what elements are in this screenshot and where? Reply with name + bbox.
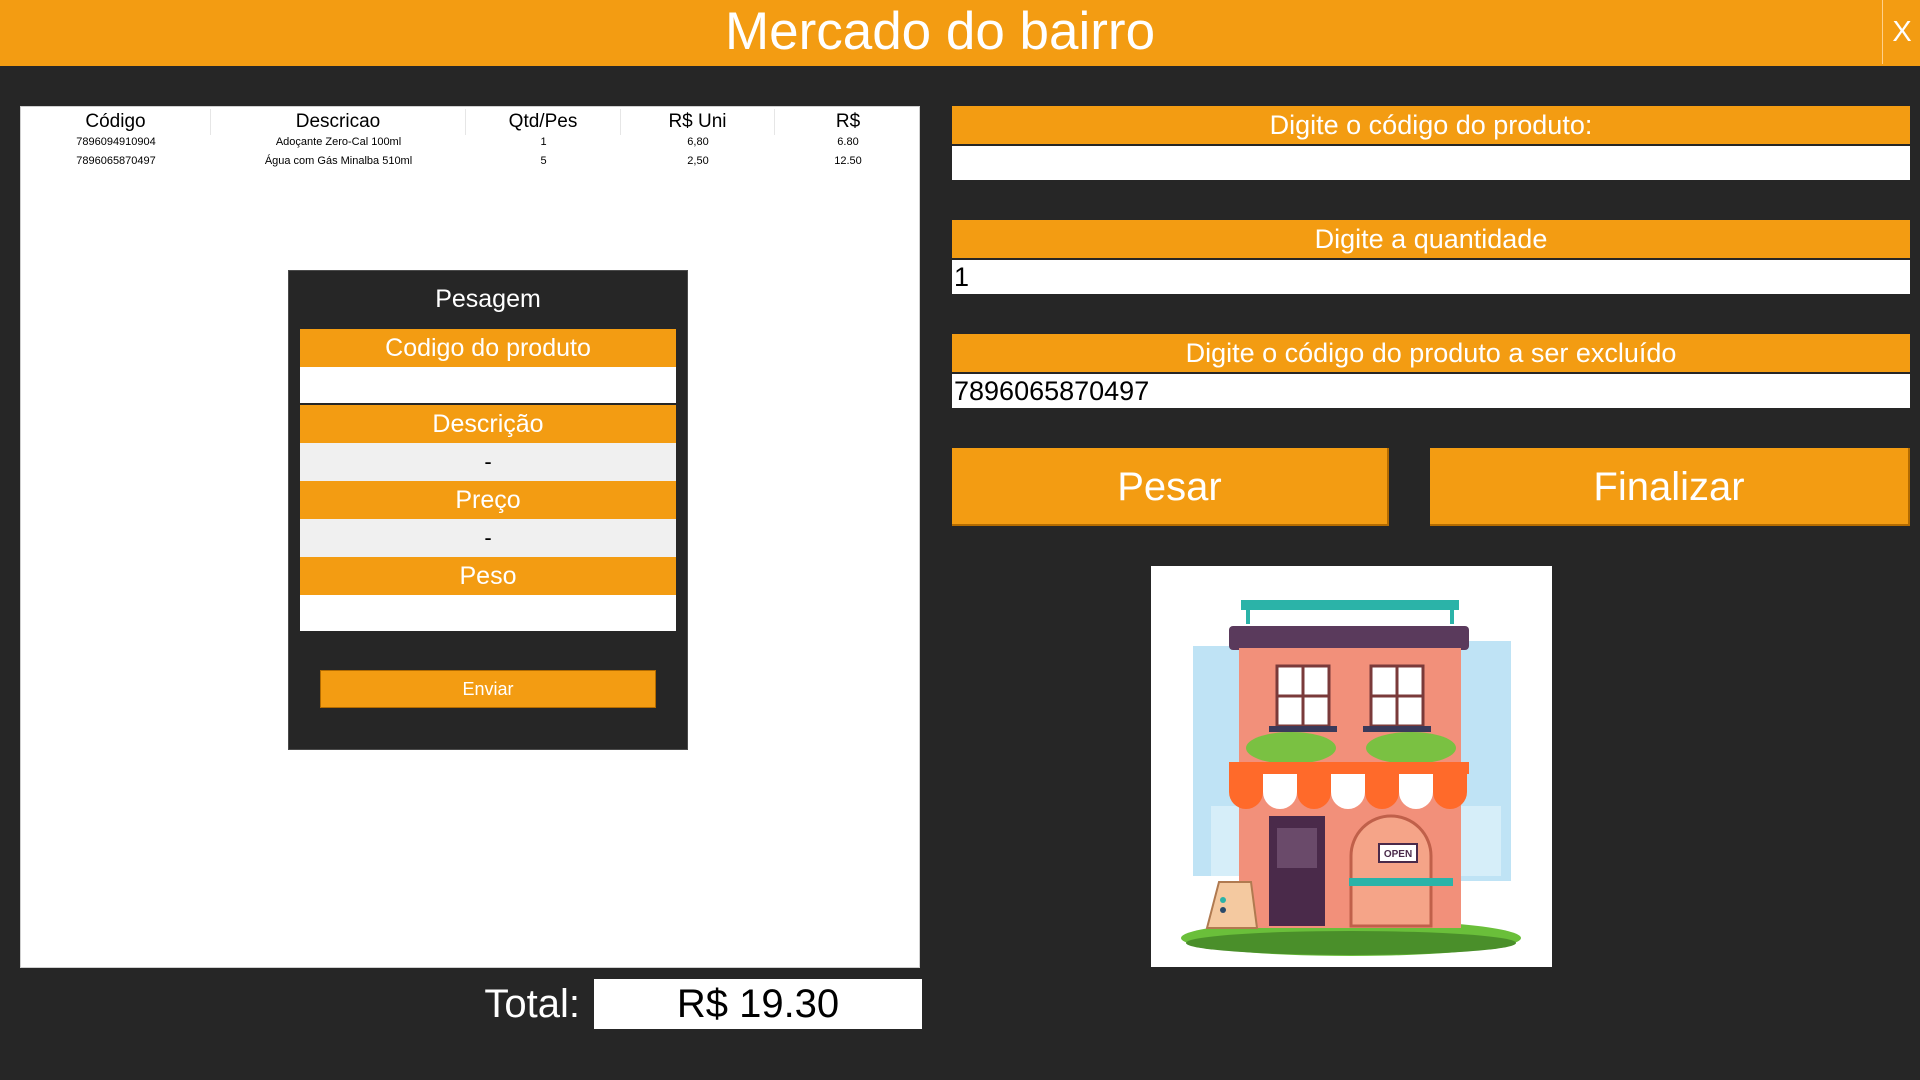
store-building-icon: OPEN [1181,600,1521,956]
column-header-descricao: Descricao [211,109,466,135]
preco-value: - [300,519,676,557]
store-illustration: OPEN [1151,566,1552,967]
descricao-value: - [300,443,676,481]
cell-preco-uni: 6,80 [687,136,709,148]
pesagem-dialog: Pesagem Codigo do produto Descrição - Pr… [288,270,688,750]
cell-codigo: 7896094910904 [76,136,156,148]
preco-label: Preço [300,481,676,519]
cell-total: 12.50 [834,155,862,167]
title-bar: Mercado do bairro X [0,0,1920,66]
codigo-produto-form-label: Digite o código do produto: [952,106,1910,144]
finalizar-button[interactable]: Finalizar [1430,448,1910,526]
cell-preco-uni: 2,50 [687,155,709,167]
excluir-field[interactable] [952,374,1910,408]
cell-qtd: 1 [540,136,547,148]
descricao-label: Descrição [300,405,676,443]
pesar-button[interactable]: Pesar [952,448,1389,526]
cell-descricao: Adoçante Zero-Cal 100ml [275,136,402,148]
quantidade-label: Digite a quantidade [952,220,1910,258]
close-button[interactable]: X [1882,0,1920,64]
codigo-produto-label: Codigo do produto [300,329,676,367]
column-header-preco-uni: R$ Uni [621,109,775,135]
total-label: Total: [484,982,580,1026]
peso-input[interactable] [300,595,676,631]
excluir-label: Digite o código do produto a ser excluíd… [952,334,1910,372]
table-row[interactable]: 7896065870497 Água com Gás Minalba 510ml… [21,152,921,171]
column-header-codigo: Código [21,109,211,135]
codigo-produto-field[interactable] [952,146,1910,180]
quantidade-field[interactable] [952,260,1910,294]
enviar-button[interactable]: Enviar [320,670,656,708]
total-value: R$ 19.30 [594,979,922,1029]
codigo-produto-input[interactable] [300,367,676,403]
column-header-qtd: Qtd/Pes [466,109,621,135]
cell-codigo: 7896065870497 [76,155,156,167]
pesagem-title: Pesagem [435,285,541,313]
cell-qtd: 5 [540,155,547,167]
open-sign-text: OPEN [1384,849,1412,860]
table-header: Código Descricao Qtd/Pes R$ Uni R$ [21,107,921,135]
cell-descricao: Água com Gás Minalba 510ml [264,155,413,167]
column-header-total: R$ [835,111,861,132]
cell-total: 6.80 [837,136,859,148]
table-row[interactable]: 7896094910904 Adoçante Zero-Cal 100ml 1 … [21,133,921,152]
peso-label: Peso [300,557,676,595]
app-title: Mercado do bairro [724,2,1156,61]
